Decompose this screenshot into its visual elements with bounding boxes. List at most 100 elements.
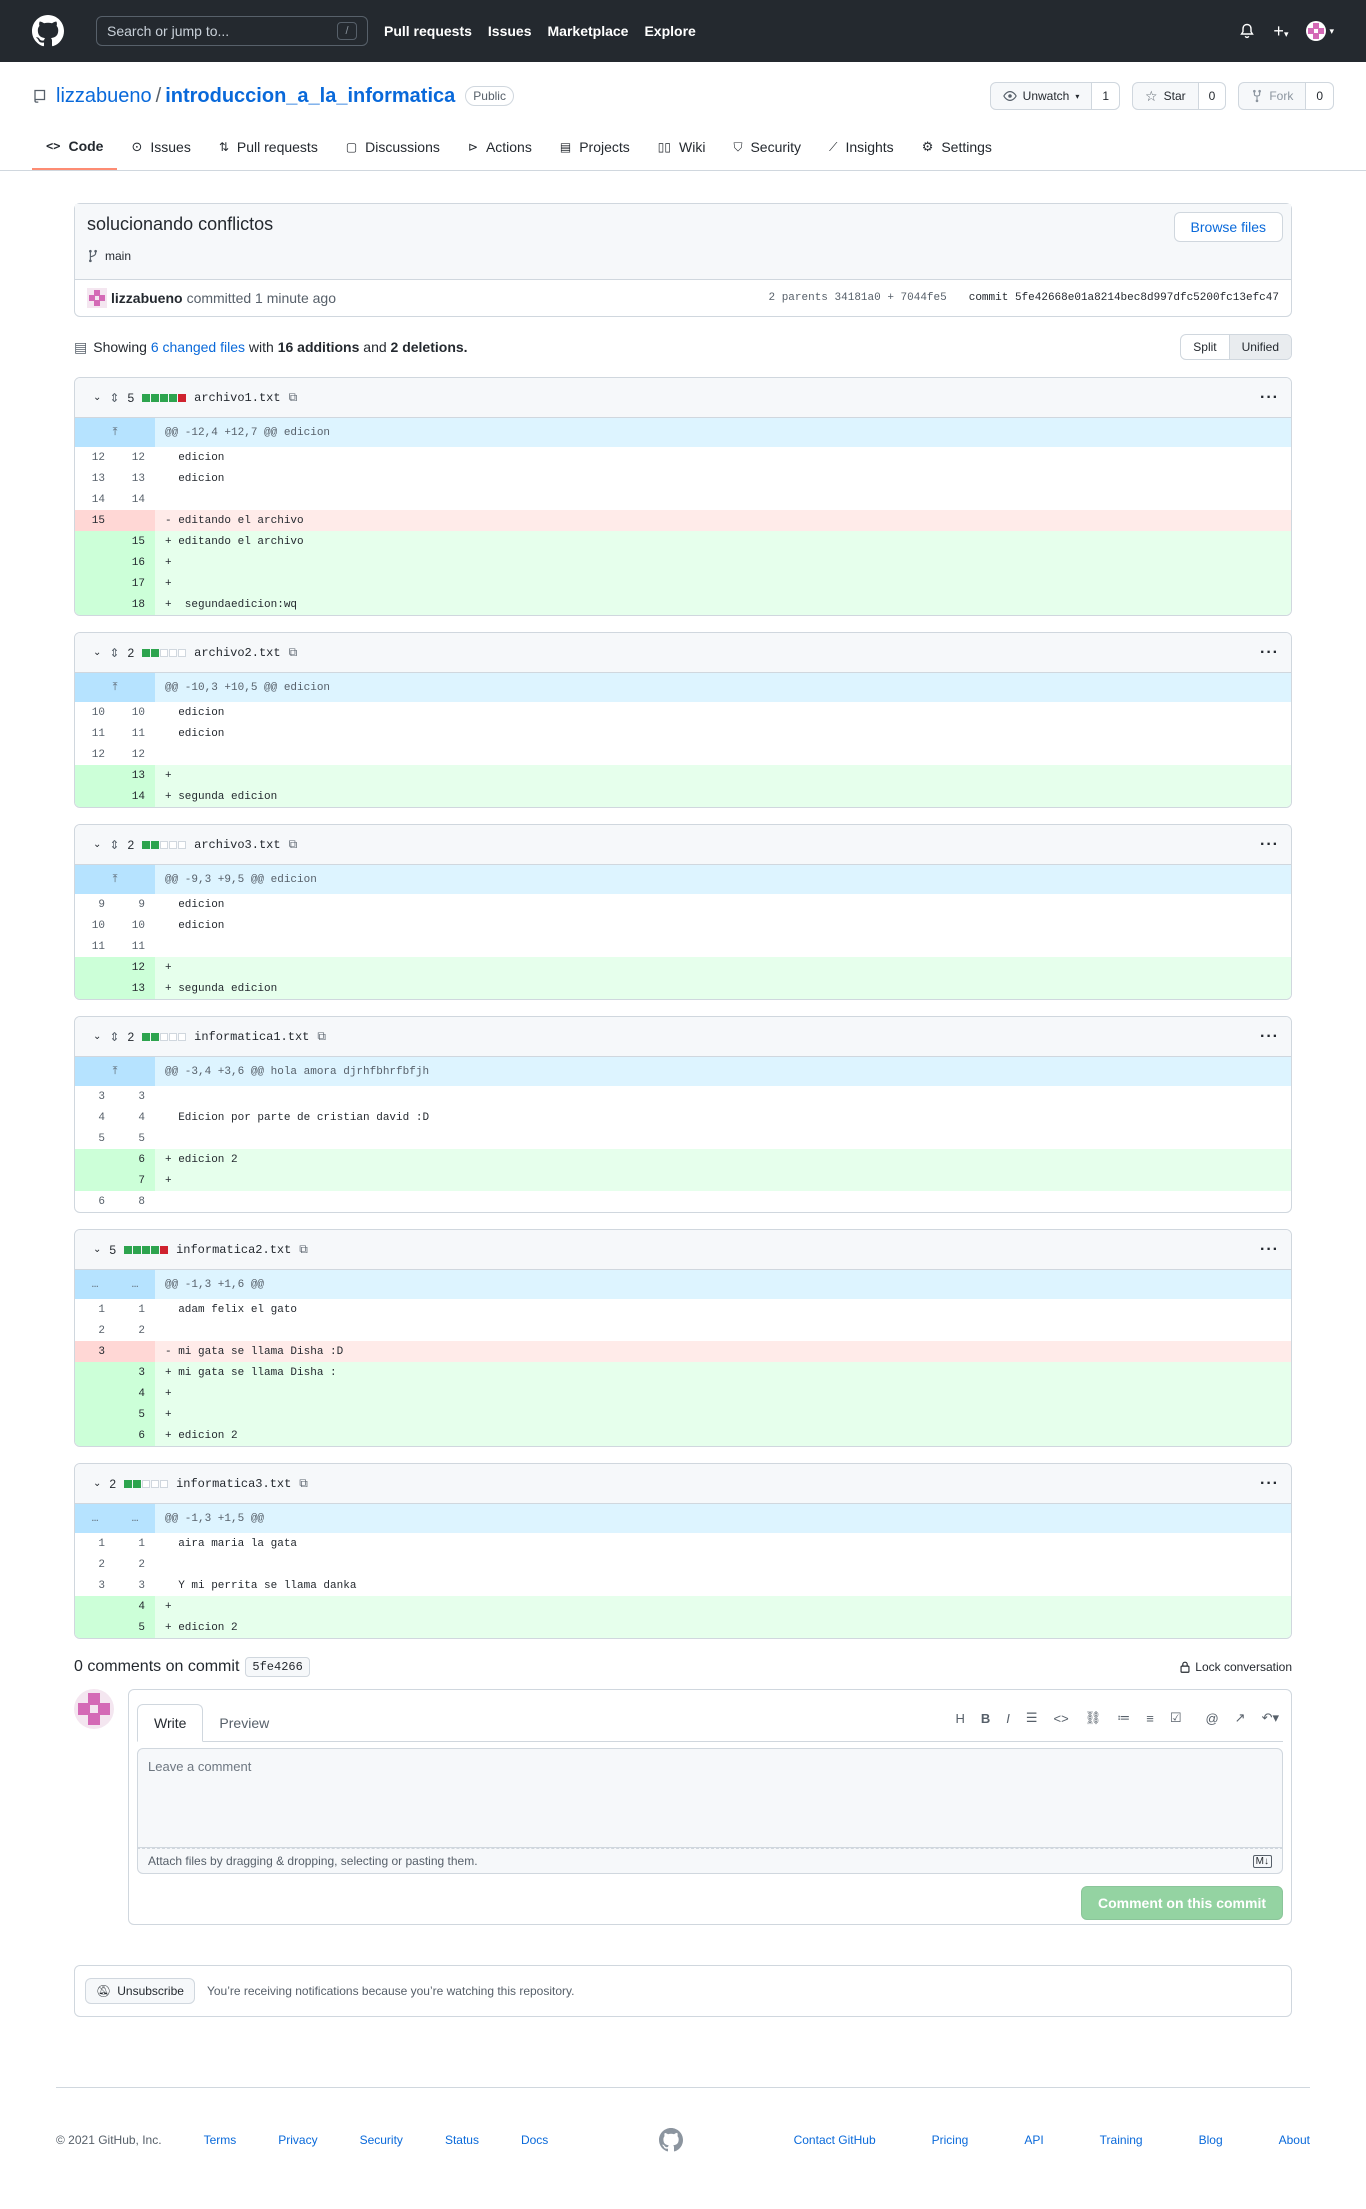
attach-files-bar[interactable]: Attach files by dragging & dropping, sel… [137, 1848, 1283, 1874]
chevron-down-icon[interactable]: ⌄ [93, 1478, 101, 1489]
new-line-number[interactable]: 4 [115, 1383, 155, 1404]
kebab-menu-icon[interactable]: ··· [1260, 1475, 1279, 1493]
old-line-number[interactable]: 2 [75, 1554, 115, 1575]
footer-link-privacy[interactable]: Privacy [278, 2133, 317, 2147]
new-line-number[interactable]: 3 [115, 1362, 155, 1383]
link-icon[interactable]: ⛓ [1085, 1710, 1102, 1726]
new-line-number[interactable]: 15 [115, 531, 155, 552]
file-name[interactable]: informatica1.txt [194, 1030, 309, 1044]
new-line-number[interactable]: 2 [115, 1554, 155, 1575]
chevron-down-icon[interactable]: ⌄ [93, 839, 101, 850]
old-line-number[interactable] [75, 1404, 115, 1425]
tab-insights[interactable]: ⟋ Insights [815, 130, 908, 170]
tab-projects[interactable]: ▤ Projects [546, 130, 644, 170]
old-line-number[interactable]: 12 [75, 447, 115, 468]
footer-link-terms[interactable]: Terms [204, 2133, 237, 2147]
kebab-menu-icon[interactable]: ··· [1260, 644, 1279, 662]
old-line-number[interactable] [75, 978, 115, 999]
kebab-menu-icon[interactable]: ··· [1260, 1028, 1279, 1046]
new-line-number[interactable]: 14 [115, 786, 155, 807]
old-line-number[interactable]: 13 [75, 468, 115, 489]
new-line-number[interactable] [115, 510, 155, 531]
unified-button[interactable]: Unified [1228, 335, 1291, 359]
new-line-number[interactable]: 13 [115, 468, 155, 489]
expand-icon[interactable]: … [75, 1270, 115, 1299]
repo-name-link[interactable]: introduccion_a_la_informatica [165, 85, 455, 108]
heading-icon[interactable]: H [955, 1711, 964, 1726]
old-line-number[interactable] [75, 1149, 115, 1170]
user-avatar[interactable] [74, 1689, 114, 1729]
new-line-number[interactable]: 4 [115, 1107, 155, 1128]
old-line-number[interactable] [75, 1362, 115, 1383]
old-line-number[interactable]: 3 [75, 1086, 115, 1107]
repo-owner-link[interactable]: lizzabueno [56, 85, 152, 108]
kebab-menu-icon[interactable]: ··· [1260, 1241, 1279, 1259]
footer-link-security[interactable]: Security [360, 2133, 403, 2147]
expand-up-icon[interactable]: ⤒ [75, 865, 155, 894]
expand-icon[interactable]: … [115, 1504, 155, 1533]
comment-submit-button[interactable]: Comment on this commit [1080, 1886, 1283, 1920]
unsubscribe-button[interactable]: 🔕︎ Unsubscribe [85, 1978, 195, 2004]
new-line-number[interactable]: 1 [115, 1299, 155, 1320]
old-line-number[interactable]: 11 [75, 723, 115, 744]
lock-conversation-button[interactable]: Lock conversation [1179, 1660, 1292, 1674]
copy-icon[interactable]: ⧉ [299, 1242, 308, 1257]
unwatch-button[interactable]: Unwatch ▾ [991, 83, 1092, 109]
new-line-number[interactable]: 10 [115, 702, 155, 723]
new-line-number[interactable]: 2 [115, 1320, 155, 1341]
old-line-number[interactable] [75, 552, 115, 573]
file-name[interactable]: informatica3.txt [176, 1477, 291, 1491]
chevron-down-icon[interactable]: ⌄ [93, 392, 101, 403]
chevron-down-icon[interactable]: ⌄ [93, 1244, 101, 1255]
footer-link-status[interactable]: Status [445, 2133, 479, 2147]
write-tab[interactable]: Write [137, 1704, 204, 1742]
tab-discussions[interactable]: ▢ Discussions [332, 130, 454, 170]
new-line-number[interactable]: 12 [115, 744, 155, 765]
old-line-number[interactable]: 14 [75, 489, 115, 510]
old-line-number[interactable]: 1 [75, 1299, 115, 1320]
old-line-number[interactable]: 9 [75, 894, 115, 915]
footer-link-training[interactable]: Training [1100, 2133, 1143, 2147]
star-button[interactable]: ☆ Star [1133, 83, 1198, 109]
new-line-number[interactable]: 3 [115, 1575, 155, 1596]
old-line-number[interactable]: 3 [75, 1575, 115, 1596]
expand-up-icon[interactable]: ⤒ [75, 1057, 155, 1086]
changed-files-link[interactable]: 6 changed files [151, 339, 245, 355]
bulleted-list-icon[interactable]: ≔ [1117, 1710, 1130, 1726]
expand-icon[interactable]: … [115, 1270, 155, 1299]
new-line-number[interactable]: 10 [115, 915, 155, 936]
file-name[interactable]: archivo3.txt [194, 838, 280, 852]
bell-icon[interactable] [1239, 23, 1255, 39]
kebab-menu-icon[interactable]: ··· [1260, 836, 1279, 854]
new-line-number[interactable]: 3 [115, 1086, 155, 1107]
tab-code[interactable]: <> Code [32, 130, 118, 170]
commit-sha-badge[interactable]: 5fe4266 [245, 1657, 310, 1677]
old-line-number[interactable] [75, 1425, 115, 1446]
old-line-number[interactable]: 6 [75, 1191, 115, 1212]
github-logo-icon[interactable] [32, 15, 64, 47]
fork-count[interactable]: 0 [1305, 83, 1333, 109]
star-count[interactable]: 0 [1197, 83, 1226, 109]
copy-icon[interactable]: ⧉ [289, 645, 298, 660]
kebab-menu-icon[interactable]: ··· [1260, 389, 1279, 407]
nav-pull-requests[interactable]: Pull requests [384, 23, 472, 39]
browse-files-button[interactable]: Browse files [1173, 212, 1283, 242]
mention-icon[interactable]: @ [1205, 1711, 1218, 1726]
new-line-number[interactable]: 11 [115, 723, 155, 744]
old-line-number[interactable]: 10 [75, 702, 115, 723]
new-line-number[interactable]: 18 [115, 594, 155, 615]
new-line-number[interactable]: 6 [115, 1425, 155, 1446]
nav-issues[interactable]: Issues [488, 23, 532, 39]
footer-link-docs[interactable]: Docs [521, 2133, 548, 2147]
preview-tab[interactable]: Preview [203, 1705, 285, 1741]
footer-link-about[interactable]: About [1279, 2133, 1310, 2147]
expand-icon[interactable]: … [75, 1504, 115, 1533]
footer-link-pricing[interactable]: Pricing [932, 2133, 969, 2147]
task-list-icon[interactable]: ☑ [1170, 1710, 1182, 1726]
old-line-number[interactable] [75, 594, 115, 615]
author-avatar[interactable] [87, 288, 107, 308]
old-line-number[interactable]: 4 [75, 1107, 115, 1128]
old-line-number[interactable]: 1 [75, 1533, 115, 1554]
commit-parents[interactable]: 2 parents 34181a0 + 7044fe5 [769, 292, 947, 304]
old-line-number[interactable] [75, 1596, 115, 1617]
